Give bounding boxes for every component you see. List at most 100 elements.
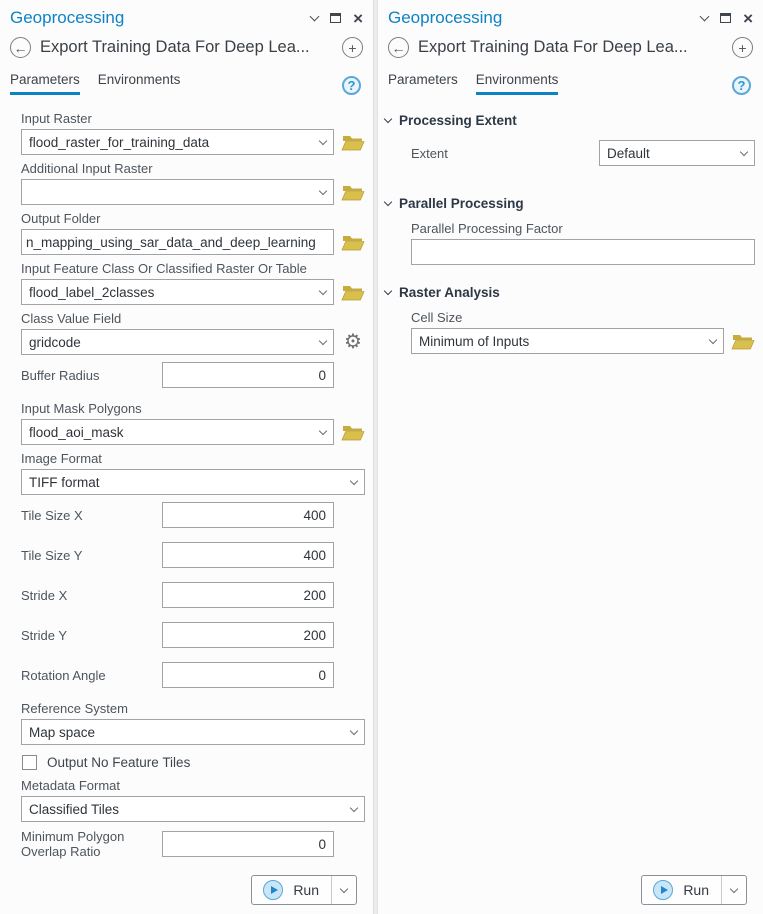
pane-window-controls: × [311, 10, 363, 27]
chevron-down-icon [340, 884, 348, 892]
back-button[interactable]: ← [10, 37, 31, 58]
tool-header: ← Export Training Data For Deep Lea... + [0, 30, 373, 62]
field-tile-size-y: Tile Size Y [21, 542, 365, 568]
browse-folder-icon[interactable] [341, 133, 365, 151]
reference-system-combobox[interactable]: Map space [21, 719, 365, 745]
field-label: Input Mask Polygons [21, 401, 365, 416]
tab-parameters[interactable]: Parameters [10, 72, 80, 95]
parallel-processing-factor-input[interactable] [411, 239, 755, 265]
field-label: Cell Size [411, 310, 755, 325]
browse-folder-icon[interactable] [341, 183, 365, 201]
add-to-model-button[interactable]: + [732, 37, 753, 58]
field-metadata-format: Metadata Format Classified Tiles [21, 772, 365, 822]
pane-chevron-down-icon[interactable] [310, 11, 320, 21]
field-stride-x: Stride X [21, 582, 365, 608]
tile-size-x-input[interactable] [162, 502, 334, 528]
field-stride-y: Stride Y [21, 622, 365, 648]
run-button-row: Run [21, 875, 365, 914]
browse-folder-icon[interactable] [341, 423, 365, 441]
tab-environments[interactable]: Environments [98, 72, 181, 95]
close-icon[interactable]: × [743, 10, 753, 27]
rotation-angle-input[interactable] [162, 662, 334, 688]
field-label: Extent [411, 146, 599, 161]
input-raster-combobox[interactable]: flood_raster_for_training_data [21, 129, 334, 155]
section-title: Raster Analysis [399, 285, 500, 300]
metadata-format-combobox[interactable]: Classified Tiles [21, 796, 365, 822]
min-polygon-overlap-input[interactable] [162, 831, 334, 857]
tab-bar: Parameters Environments ? [0, 62, 373, 95]
play-icon [263, 880, 283, 900]
field-parallel-processing-factor: Parallel Processing Factor [411, 215, 755, 265]
field-input-feature-class: Input Feature Class Or Classified Raster… [21, 255, 365, 305]
combobox-value: gridcode [29, 335, 314, 350]
section-collapse-icon [384, 115, 392, 123]
class-value-field-combobox[interactable]: gridcode [21, 329, 334, 355]
field-label: Parallel Processing Factor [411, 221, 755, 236]
input-feature-class-combobox[interactable]: flood_label_2classes [21, 279, 334, 305]
output-folder-input[interactable] [21, 229, 334, 255]
environments-form: Processing Extent Extent Default Paralle… [378, 95, 763, 914]
combobox-value: Classified Tiles [29, 802, 345, 817]
back-button[interactable]: ← [388, 37, 409, 58]
geoprocessing-panes: Geoprocessing × ← Export Training Data F… [0, 0, 763, 914]
input-mask-polygons-combobox[interactable]: flood_aoi_mask [21, 419, 334, 445]
output-no-feature-tiles-checkbox[interactable] [22, 755, 37, 770]
field-label: Tile Size Y [21, 548, 162, 563]
chevron-down-icon [350, 476, 358, 484]
tab-parameters[interactable]: Parameters [388, 72, 458, 95]
additional-input-raster-combobox[interactable] [21, 179, 334, 205]
field-label: Buffer Radius [21, 368, 162, 383]
run-options-dropdown[interactable] [332, 889, 356, 892]
pane-header: Geoprocessing × [378, 0, 763, 30]
chevron-down-icon [319, 286, 327, 294]
field-label: Stride Y [21, 628, 162, 643]
maximize-icon[interactable] [720, 13, 731, 23]
field-image-format: Image Format TIFF format [21, 445, 365, 495]
buffer-radius-input[interactable] [162, 362, 334, 388]
section-processing-extent[interactable]: Processing Extent [385, 113, 755, 128]
field-label: Additional Input Raster [21, 161, 365, 176]
field-label: Rotation Angle [21, 668, 162, 683]
tab-bar: Parameters Environments ? [378, 62, 763, 95]
browse-folder-icon[interactable] [341, 233, 365, 251]
field-label: Minimum Polygon Overlap Ratio [21, 829, 162, 859]
combobox-value: Map space [29, 725, 345, 740]
field-buffer-radius: Buffer Radius [21, 362, 365, 388]
run-options-dropdown[interactable] [722, 889, 746, 892]
geoprocessing-pane-parameters: Geoprocessing × ← Export Training Data F… [0, 0, 373, 914]
help-icon[interactable]: ? [732, 76, 751, 95]
tab-environments[interactable]: Environments [476, 72, 559, 95]
run-label: Run [683, 882, 709, 898]
stride-y-input[interactable] [162, 622, 334, 648]
section-raster-analysis[interactable]: Raster Analysis [385, 285, 755, 300]
browse-folder-icon[interactable] [731, 332, 755, 350]
cell-size-combobox[interactable]: Minimum of Inputs [411, 328, 724, 354]
gear-icon[interactable]: ⚙ [341, 332, 365, 352]
field-additional-input-raster: Additional Input Raster [21, 155, 365, 205]
help-icon[interactable]: ? [342, 76, 361, 95]
close-icon[interactable]: × [353, 10, 363, 27]
geoprocessing-pane-environments: Geoprocessing × ← Export Training Data F… [378, 0, 763, 914]
section-collapse-icon [384, 198, 392, 206]
chevron-down-icon [730, 884, 738, 892]
maximize-icon[interactable] [330, 13, 341, 23]
checkbox-label: Output No Feature Tiles [47, 755, 190, 770]
field-input-raster: Input Raster flood_raster_for_training_d… [21, 105, 365, 155]
pane-chevron-down-icon[interactable] [700, 11, 710, 21]
stride-x-input[interactable] [162, 582, 334, 608]
field-label: Class Value Field [21, 311, 365, 326]
plus-icon: + [348, 41, 356, 55]
pane-title: Geoprocessing [388, 8, 701, 28]
add-to-model-button[interactable]: + [342, 37, 363, 58]
field-label: Input Feature Class Or Classified Raster… [21, 261, 365, 276]
browse-folder-icon[interactable] [341, 283, 365, 301]
field-label: Input Raster [21, 111, 365, 126]
section-parallel-processing[interactable]: Parallel Processing [385, 196, 755, 211]
run-button[interactable]: Run [251, 875, 357, 905]
extent-combobox[interactable]: Default [599, 140, 755, 166]
tile-size-y-input[interactable] [162, 542, 334, 568]
image-format-combobox[interactable]: TIFF format [21, 469, 365, 495]
field-extent: Extent Default [411, 132, 755, 176]
chevron-down-icon [709, 335, 717, 343]
run-button[interactable]: Run [641, 875, 747, 905]
